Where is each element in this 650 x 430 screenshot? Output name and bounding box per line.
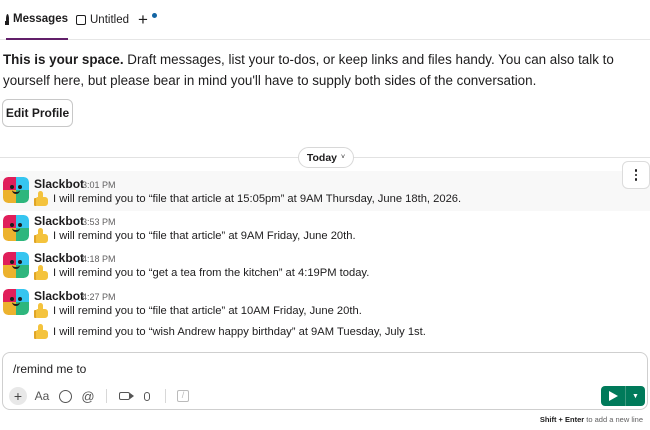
notification-dot [152,13,157,18]
channel-intro: This is your space. Draft messages, list… [3,49,643,91]
message-sender[interactable]: Slackbot [34,214,84,228]
send-icon [608,391,618,401]
send-button[interactable] [601,386,625,406]
send-button-group: ▼ [601,386,645,406]
video-icon [118,392,134,400]
canvas-icon [76,15,86,25]
message-timestamp[interactable]: 4:27 PM [82,292,116,302]
emoji-button[interactable] [54,386,76,406]
avatar[interactable] [3,289,29,315]
emoji-icon [58,389,72,403]
mention-button[interactable]: @ [77,386,99,406]
tab-messages[interactable]: Messages [4,0,68,40]
message-sender[interactable]: Slackbot [34,289,84,303]
message-timestamp[interactable]: 3:01 PM [82,180,116,190]
tab-untitled[interactable]: Untitled [76,0,130,40]
slash-command-button[interactable]: / [172,386,194,406]
send-options-button[interactable]: ▼ [626,386,645,406]
avatar[interactable] [3,177,29,203]
day-divider-button[interactable]: Today ˅ [298,147,354,168]
slash-command-icon: / [177,390,189,402]
toolbar-divider [165,389,166,403]
chevron-down-icon: ˅ [341,154,346,161]
thumbs-up-icon [34,228,49,243]
formatting-button[interactable]: Aa [31,386,53,406]
avatar[interactable] [3,252,29,278]
avatar[interactable] [3,215,29,241]
attach-button[interactable]: + [9,387,27,405]
toolbar-divider [106,389,107,403]
thumbs-up-icon [34,324,49,339]
message-text: I will remind you to “file that article … [34,191,461,206]
plus-icon: + [138,10,148,29]
composer-input[interactable]: /remind me to [13,362,86,376]
composer-toolbar: + Aa @ / [9,386,195,406]
message-text: I will remind you to “file that article”… [34,303,362,318]
thumbs-up-icon [34,265,49,280]
message-sender[interactable]: Slackbot [34,251,84,265]
tab-messages-label: Messages [13,13,68,25]
microphone-icon [144,391,150,401]
more-vertical-icon [634,169,638,172]
message-text: I will remind you to “wish Andrew happy … [34,324,426,339]
intro-heading: This is your space. [3,52,124,67]
thumbs-up-icon [34,303,49,318]
message-text: I will remind you to “file that article”… [34,228,356,243]
message-timestamp[interactable]: 4:18 PM [82,254,116,264]
more-actions-button[interactable] [622,161,650,189]
chevron-down-icon: ▼ [632,392,639,400]
message-sender[interactable]: Slackbot [34,177,84,191]
tab-bar: Messages Untitled + [0,0,650,40]
messages-icon [4,14,10,25]
edit-profile-button[interactable]: Edit Profile [2,99,73,127]
video-clip-button[interactable] [113,386,135,406]
composer-hint: Shift + Enter to add a new line [539,415,643,424]
thumbs-up-icon [34,191,49,206]
message-text: I will remind you to “get a tea from the… [34,265,369,280]
tab-untitled-label: Untitled [90,14,129,26]
message-composer[interactable]: /remind me to + Aa @ / ▼ [2,352,648,410]
add-tab-button[interactable]: + [138,10,157,30]
audio-clip-button[interactable] [136,386,158,406]
message-timestamp[interactable]: 3:53 PM [82,217,116,227]
day-divider-label: Today [306,151,338,164]
